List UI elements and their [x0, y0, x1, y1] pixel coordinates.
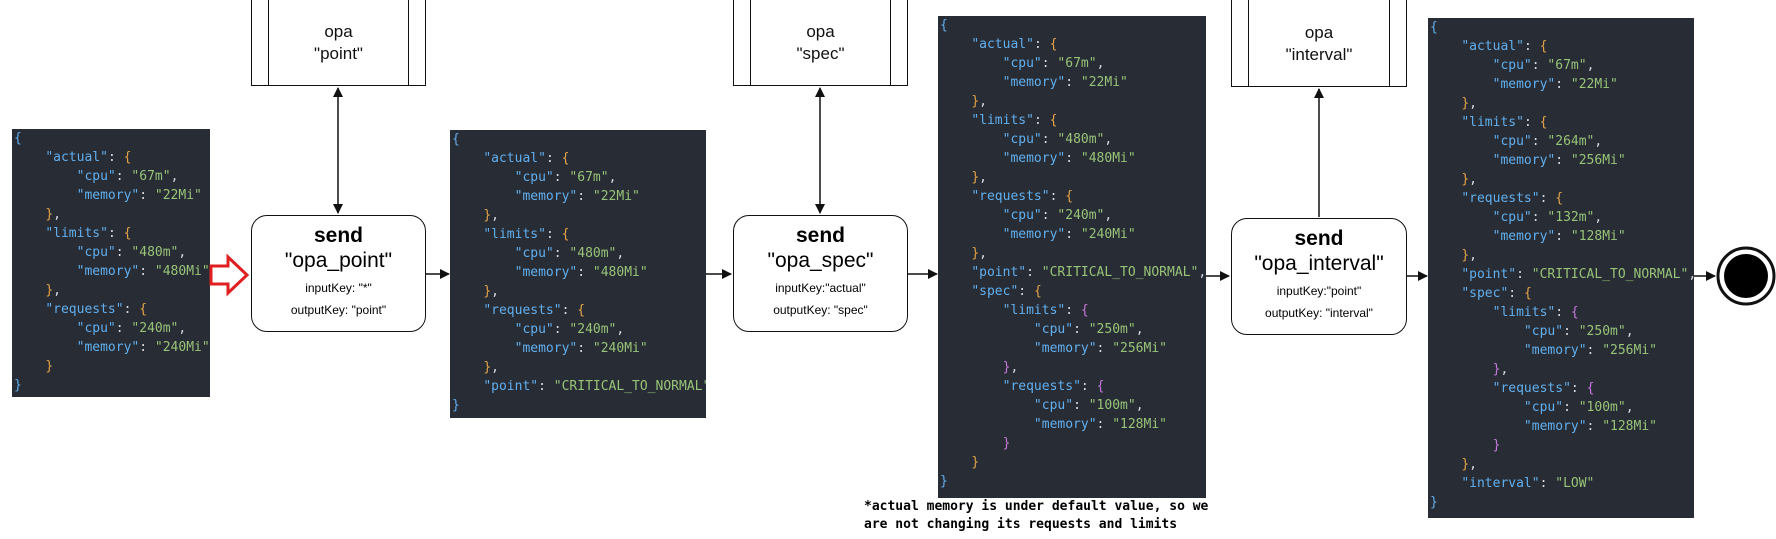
footnote: *actual memory is under default value, s…	[864, 499, 1209, 532]
start-arrow-icon	[209, 253, 250, 297]
end-node-inner	[1724, 254, 1768, 298]
flow-connectors	[209, 87, 1776, 306]
